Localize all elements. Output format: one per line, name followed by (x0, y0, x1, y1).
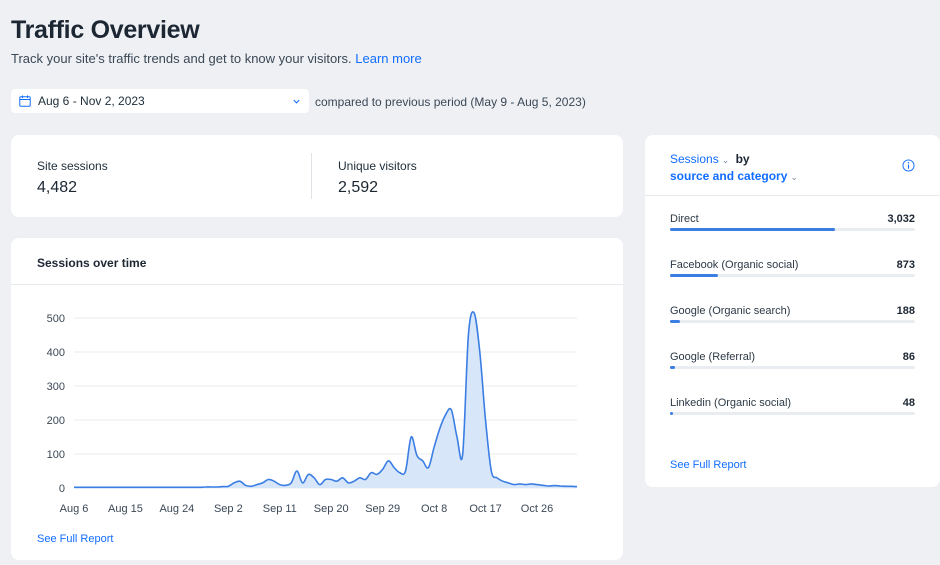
x-tick-label: Aug 6 (60, 503, 89, 515)
source-bar-track (670, 274, 915, 277)
page-title: Traffic Overview (11, 16, 200, 44)
calendar-icon (19, 95, 31, 107)
source-label: Google (Organic search) (670, 305, 791, 317)
source-bar-track (670, 412, 915, 415)
x-tick-label: Oct 17 (469, 503, 501, 515)
divider (645, 195, 940, 196)
source-bar-track (670, 366, 915, 369)
y-tick-label: 0 (59, 483, 65, 495)
metric-selector[interactable]: Sessions (670, 152, 719, 166)
source-bar-track (670, 228, 915, 231)
source-bar (670, 274, 718, 277)
kpi-value: 4,482 (37, 179, 78, 196)
y-tick-label: 200 (47, 415, 65, 427)
x-tick-label: Aug 15 (108, 503, 143, 515)
comparison-period: compared to previous period (May 9 - Aug… (315, 95, 586, 109)
learn-more-link[interactable]: Learn more (355, 51, 421, 66)
source-value: 873 (896, 259, 915, 271)
page-subtitle: Track your site's traffic trends and get… (11, 51, 422, 66)
kpi-divider (311, 153, 312, 199)
sessions-area (74, 311, 577, 488)
kpi-card: Site sessions 4,482 Unique visitors 2,59… (11, 135, 623, 217)
chevron-down-icon (293, 99, 300, 104)
chevron-down-icon: ⌄ (721, 155, 730, 165)
y-tick-label: 100 (47, 449, 65, 461)
sessions-chart-card: Sessions over time 0 100 200 300 400 500 Aug 6… (11, 238, 623, 560)
chart-full-report-link[interactable]: See Full Report (37, 533, 113, 545)
sessions-chart: 0 100 200 300 400 500 Aug 6 Aug 15 Aug 24 Sep 2 Se… (47, 311, 578, 515)
sessions-line (74, 311, 578, 489)
source-value: 188 (896, 305, 915, 317)
x-tick-label: Sep 2 (214, 503, 243, 515)
source-value: 48 (902, 397, 915, 409)
x-tick-label: Sep 20 (314, 503, 349, 515)
dimension-selector[interactable]: source and category (670, 169, 787, 183)
y-tick-label: 500 (47, 313, 65, 325)
source-label: Google (Referral) (670, 351, 755, 363)
source-bar-track (670, 320, 915, 323)
source-label: Facebook (Organic social) (670, 259, 799, 271)
by-label: by (735, 152, 750, 166)
x-tick-label: Sep 29 (365, 503, 400, 515)
info-icon[interactable] (902, 159, 915, 172)
date-range-picker[interactable]: Aug 6 - Nov 2, 2023 (11, 89, 309, 113)
y-tick-label: 400 (47, 347, 65, 359)
source-label: Linkedin (Organic social) (670, 397, 792, 409)
kpi-unique-visitors: Unique visitors 2,592 (338, 159, 417, 197)
x-tick-label: Aug 24 (159, 503, 194, 515)
source-value: 3,032 (887, 213, 915, 225)
kpi-value: 2,592 (338, 179, 379, 196)
chevron-down-icon: ⌄ (790, 172, 798, 182)
sessions-by-source-card: Sessions ⌄ by source and category ⌄ Direct… (645, 135, 940, 487)
date-range-value: Aug 6 - Nov 2, 2023 (38, 94, 145, 108)
source-bar (670, 412, 673, 415)
source-bar (670, 320, 681, 323)
x-tick-label: Oct 26 (521, 503, 553, 515)
sessions-by-source-header: Sessions ⌄ by source and category ⌄ (670, 151, 801, 185)
kpi-label: Site sessions (37, 159, 108, 173)
kpi-label: Unique visitors (338, 159, 417, 173)
source-label: Direct (670, 213, 699, 225)
kpi-site-sessions: Site sessions 4,482 (37, 159, 108, 197)
x-tick-label: Sep 11 (263, 503, 297, 515)
source-value: 86 (902, 351, 915, 363)
sources-full-report-link[interactable]: See Full Report (670, 459, 746, 471)
subtitle-text: Track your site's traffic trends and get… (11, 51, 352, 66)
source-bar (670, 228, 836, 231)
y-tick-label: 300 (47, 381, 65, 393)
x-tick-label: Oct 8 (421, 503, 447, 515)
source-bar (670, 366, 675, 369)
